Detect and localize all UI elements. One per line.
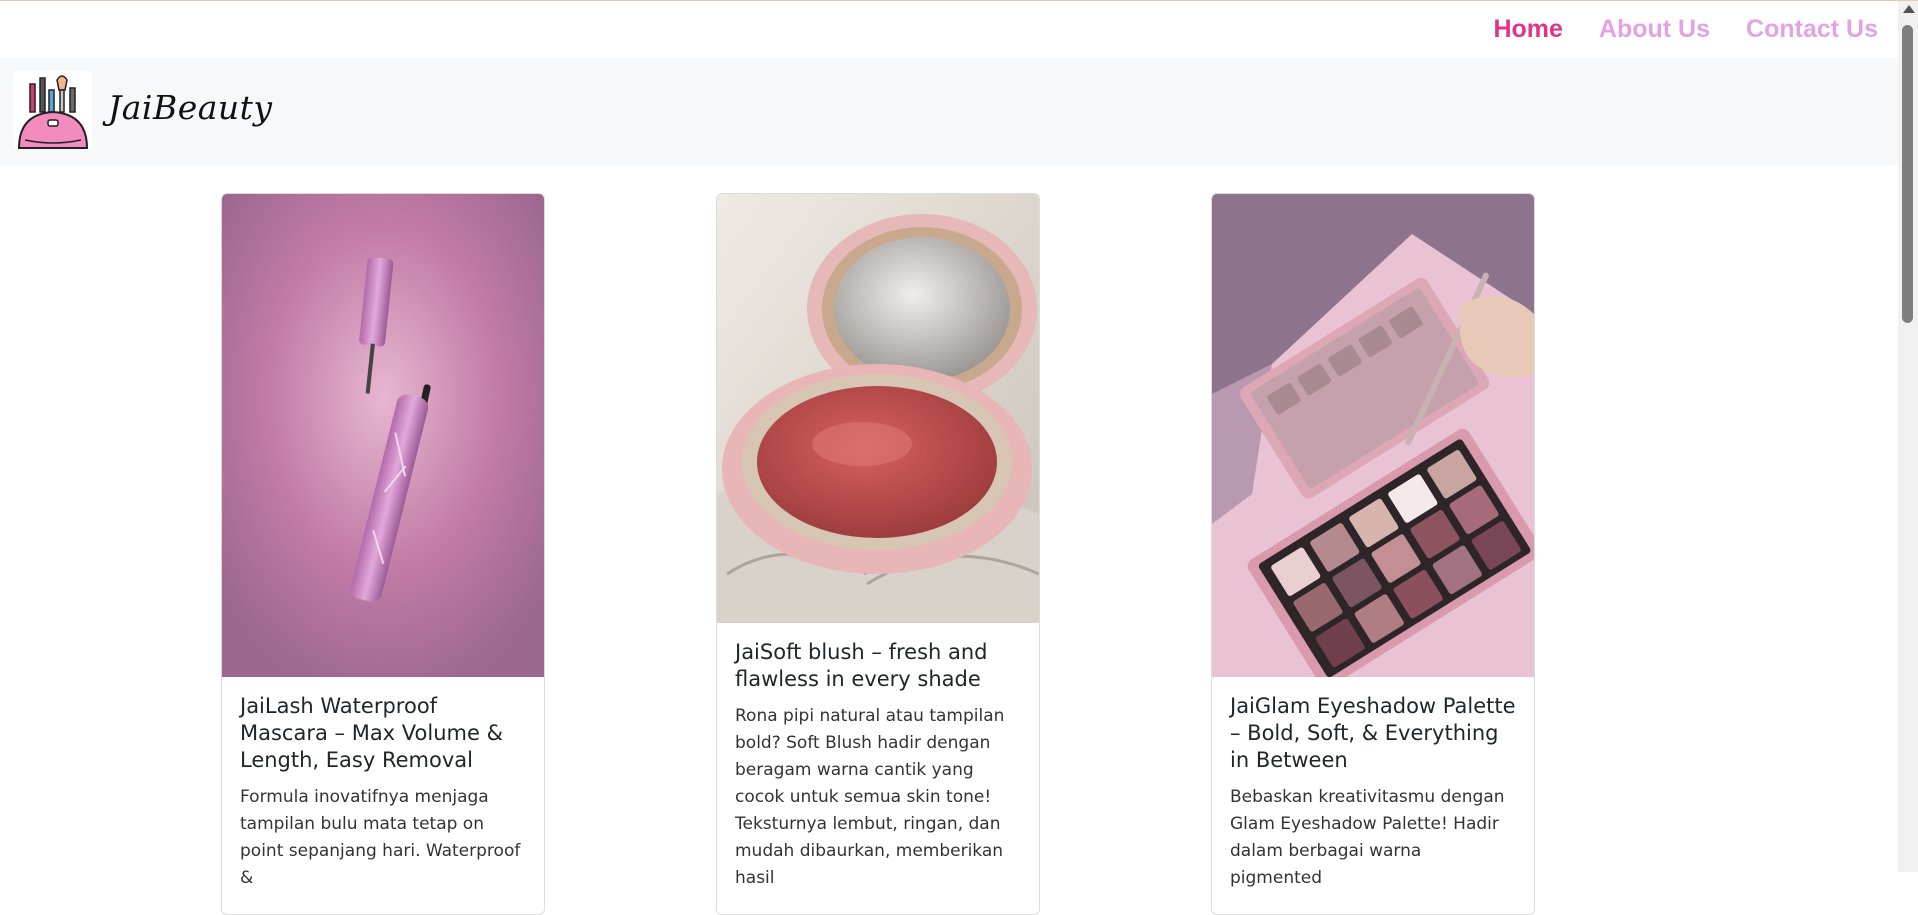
nav-home-link[interactable]: Home	[1493, 15, 1562, 44]
brand-bar: JaiBeauty	[0, 58, 1898, 165]
top-nav: Home About Us Contact Us	[1493, 1, 1878, 57]
nav-contact-link[interactable]: Contact Us	[1746, 15, 1878, 44]
product-card[interactable]: JaiLash Waterproof Mascara – Max Volume …	[221, 193, 545, 915]
makeup-bag-icon[interactable]	[13, 70, 93, 150]
product-description: Bebaskan kreativitasmu dengan Glam Eyesh…	[1230, 787, 1505, 888]
product-title[interactable]: JaiGlam Eyeshadow Palette – Bold, Soft, …	[1230, 693, 1516, 774]
nav-about-link[interactable]: About Us	[1599, 15, 1710, 44]
product-title[interactable]: JaiSoft blush – fresh and flawless in ev…	[735, 639, 1021, 693]
product-title[interactable]: JaiLash Waterproof Mascara – Max Volume …	[240, 693, 526, 774]
brand-name[interactable]: JaiBeauty	[108, 88, 273, 127]
eyeshadow-palette-image	[1212, 194, 1534, 677]
mascara-image	[222, 194, 544, 677]
scroll-up-arrow-icon[interactable]	[1903, 5, 1915, 13]
card-body: JaiLash Waterproof Mascara – Max Volume …	[222, 677, 544, 908]
product-card[interactable]: JaiSoft blush – fresh and flawless in ev…	[716, 193, 1040, 915]
card-body: JaiSoft blush – fresh and flawless in ev…	[717, 623, 1039, 908]
product-description: Rona pipi natural atau tampilan bold? So…	[735, 706, 1005, 888]
scrollbar-thumb[interactable]	[1902, 25, 1913, 323]
vertical-scrollbar[interactable]	[1898, 1, 1918, 872]
blush-compact-image	[717, 194, 1039, 623]
card-body: JaiGlam Eyeshadow Palette – Bold, Soft, …	[1212, 677, 1534, 908]
product-card[interactable]: JaiGlam Eyeshadow Palette – Bold, Soft, …	[1211, 193, 1535, 915]
product-description: Formula inovatifnya menjaga tampilan bul…	[240, 787, 521, 888]
